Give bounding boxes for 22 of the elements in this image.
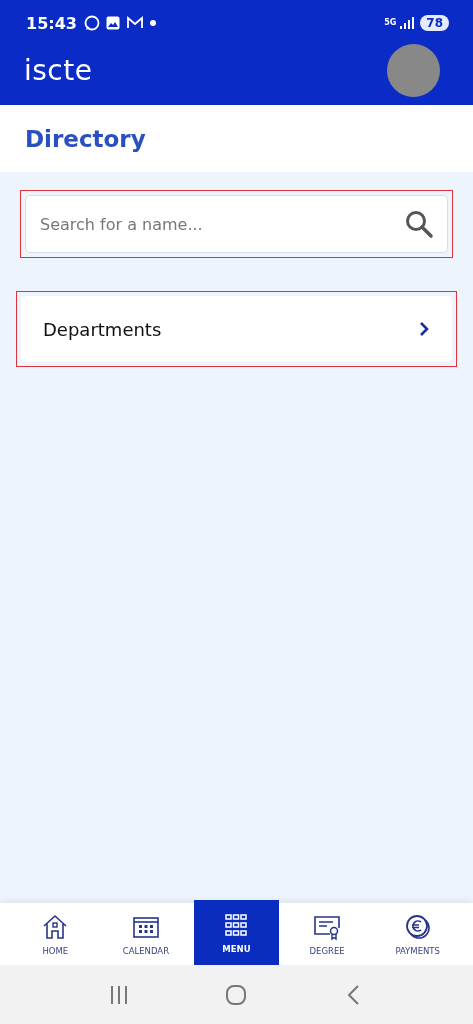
signal-icon <box>399 16 416 30</box>
dot-icon <box>148 19 157 27</box>
home-button-icon <box>225 983 248 1006</box>
euro-coin-icon <box>403 912 432 941</box>
mail-icon <box>125 15 144 31</box>
nav-tab[interactable]: PAYMENTS <box>375 903 461 965</box>
chat-icon <box>83 15 100 31</box>
list-item[interactable]: Departments <box>21 296 452 362</box>
battery-level: 78 <box>420 15 449 31</box>
nav-tab[interactable]: CALENDAR <box>103 903 189 965</box>
nav-tab[interactable]: HOME <box>12 903 98 965</box>
search-icon <box>404 209 434 239</box>
avatar[interactable] <box>387 44 440 97</box>
logo: iscte <box>24 54 93 87</box>
page-title: Directory <box>25 125 146 152</box>
network-label: 5G <box>384 19 395 27</box>
chevron-right-icon <box>418 321 430 337</box>
nav-tab[interactable]: DEGREE <box>284 903 370 965</box>
status-time: 15:43 <box>26 13 77 33</box>
image-icon <box>104 15 121 31</box>
nav-tab[interactable]: MENU <box>194 900 279 965</box>
search-field[interactable]: Search for a name... <box>25 195 448 253</box>
